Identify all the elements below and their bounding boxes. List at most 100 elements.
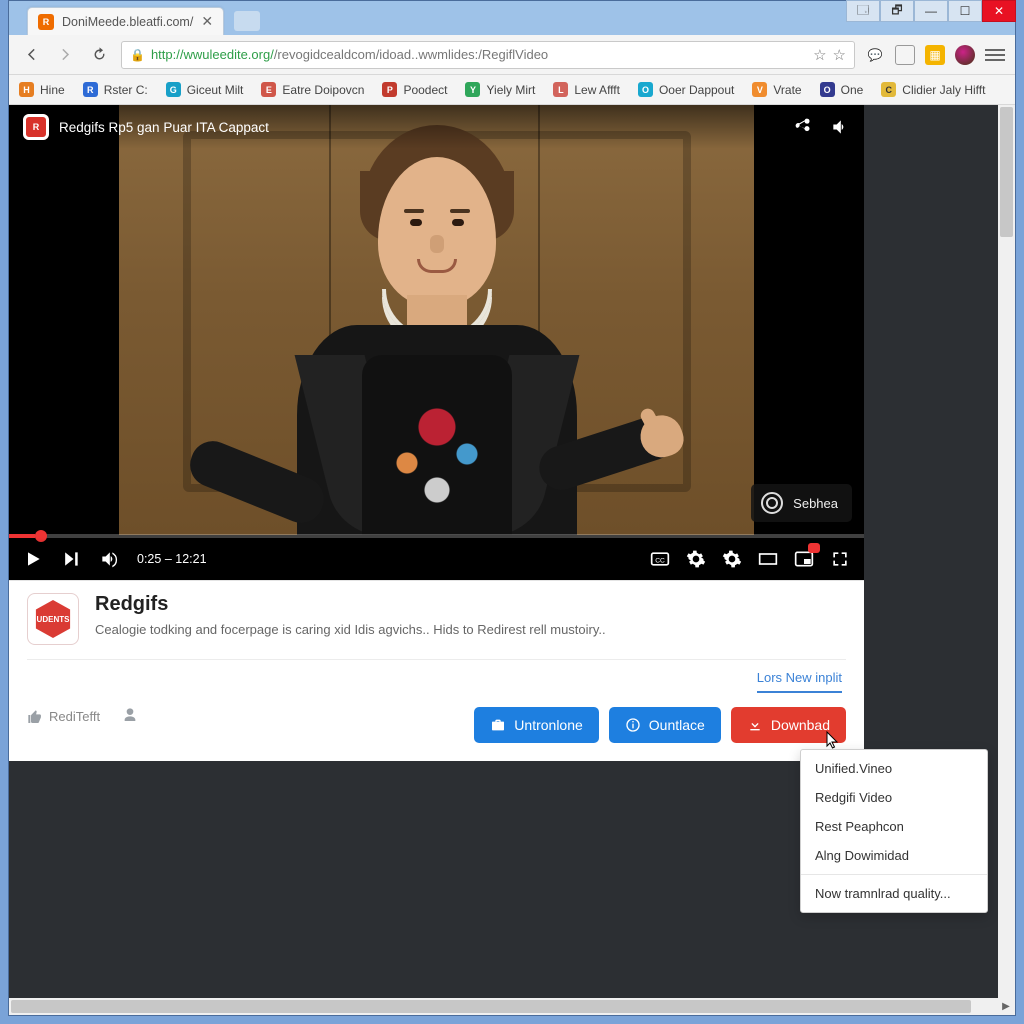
like-row: RediTefft [27,707,138,726]
bookmark-icon: O [638,82,653,97]
briefcase-icon [490,717,506,733]
ountlace-button[interactable]: Ountlace [609,707,721,743]
bookmark-label: Yiely Mirt [486,83,535,97]
window-minimize-button[interactable]: — [914,0,948,22]
bookmark-item[interactable]: VVrate [752,82,801,97]
tab-close-icon[interactable]: ✕ [201,13,213,30]
like-label: RediTefft [49,709,100,724]
player-region: R Redgifs Rp5 gan Puar ITA Cappact Se [9,105,998,580]
reload-button[interactable] [87,43,111,67]
window-close-button[interactable]: ✕ [982,0,1016,22]
bookmark-label: Clidier Jaly Hifft [902,83,985,97]
lock-icon: 🔒 [130,48,145,62]
bookmark-icon: H [19,82,34,97]
video-watermark-pill[interactable]: Sebhea [751,484,852,522]
bookmark-label: Hine [40,83,65,97]
back-button[interactable] [19,43,43,67]
settings-gear-button[interactable] [686,549,706,569]
miniplayer-button[interactable] [794,549,814,569]
bookmark-item[interactable]: OOoer Dappout [638,82,734,97]
menu-item[interactable]: Alng Dowimidad [801,841,987,870]
volume-button[interactable] [99,549,119,569]
bookmark-label: Eatre Doipovcn [282,83,364,97]
next-button[interactable] [61,549,81,569]
video-person-figure [257,155,617,535]
info-circle-icon [625,717,641,733]
volume-header-icon[interactable] [830,117,850,137]
bookmark-icon: Y [465,82,480,97]
window-min-faded-button[interactable]: 🗔 [846,0,880,22]
card-title: Redgifs [95,593,846,616]
bookmark-icon: L [553,82,568,97]
menu-item[interactable]: Redgifi Video [801,783,987,812]
bookmark-item[interactable]: H Hine [19,82,65,97]
browser-menu-button[interactable] [985,49,1005,61]
window-maximize-button[interactable]: ☐ [948,0,982,22]
forward-button[interactable] [53,43,77,67]
browser-window: 🗔 🗗 — ☐ ✕ R DoniMeede.bleatfi.com/ ✕ 🔒 h… [8,0,1016,1016]
download-icon [747,717,763,733]
user-silhouette-icon[interactable] [122,707,138,726]
bookmark-icon: E [261,82,276,97]
bookmark-item[interactable]: PPoodect [382,82,447,97]
star-outline-icon[interactable]: ☆ [813,46,826,64]
theater-mode-button[interactable] [758,549,778,569]
bookmark-icon: R [83,82,98,97]
star-outline-icon-2[interactable]: ☆ [833,46,846,64]
menu-item-quality[interactable]: Now tramnlrad quality... [801,879,987,908]
address-bar[interactable]: 🔒 http://wwuleedite.org//revogidcealdcom… [121,41,855,69]
bookmark-label: Rster C: [104,83,148,97]
video-header-overlay: R Redgifs Rp5 gan Puar ITA Cappact [9,105,864,149]
video-overlay-title: Redgifs Rp5 gan Puar ITA Cappact [59,120,269,135]
fullscreen-button[interactable] [830,549,850,569]
extension-chat-icon[interactable]: 💬 [865,45,885,65]
menu-item[interactable]: Rest Peaphcon [801,812,987,841]
bookmark-item[interactable]: G Giceut Milt [166,82,244,97]
channel-badge[interactable]: UDENTS [27,593,79,645]
action-button-row: Untronlone Ountlace Downbad [27,707,846,743]
profile-avatar-icon[interactable] [955,45,975,65]
bookmark-item[interactable]: E Eatre Doipovcn [261,82,364,97]
extension-grid-icon[interactable]: ▦ [925,45,945,65]
window-restore-button[interactable]: 🗗 [880,0,914,22]
time-total: 12:21 [175,552,206,566]
captions-button[interactable]: CC [650,549,670,569]
play-button[interactable] [23,549,43,569]
watermark-text: Sebhea [793,496,838,511]
lots-new-link[interactable]: Lors New inplit [757,670,842,693]
scroll-right-arrow-icon[interactable]: ▶ [999,1000,1013,1013]
horizontal-scrollbar[interactable]: ▶ [9,998,1015,1015]
url-text: http://wwuleedite.org//revogidcealdcom/i… [151,47,807,62]
button-label: Untronlone [514,717,583,733]
new-tab-button[interactable] [234,11,260,31]
extension-box-icon[interactable] [895,45,915,65]
video-controls: 0:25 – 12:21 CC [9,538,864,580]
settings-gear-button-2[interactable] [722,549,742,569]
video-frame [119,105,754,535]
bookmark-label: Vrate [773,83,801,97]
bookmark-item[interactable]: C Clidier Jaly Hifft [881,82,985,97]
tab-favicon-icon: R [38,14,54,30]
browser-tab[interactable]: R DoniMeede.bleatfi.com/ ✕ [27,7,224,35]
bookmark-item[interactable]: LLew Affft [553,82,620,97]
bookmark-item[interactable]: R Rster C: [83,82,148,97]
download-dropdown-menu: Unified.Vineo Redgifi Video Rest Peaphco… [800,749,988,913]
video-player[interactable]: R Redgifs Rp5 gan Puar ITA Cappact Se [9,105,864,580]
bookmark-icon: C [881,82,896,97]
bookmark-item[interactable]: OOne [820,82,864,97]
menu-item[interactable]: Unified.Vineo [801,754,987,783]
video-source-logo-icon: R [23,114,49,140]
target-icon [761,492,783,514]
url-scheme: http:// [151,47,184,62]
bookmark-icon: G [166,82,181,97]
bookmark-item[interactable]: Y Yiely Mirt [465,82,535,97]
like-button[interactable]: RediTefft [27,709,100,725]
share-icon[interactable] [792,117,812,137]
card-description: Cealogie todking and focerpage is caring… [95,622,846,637]
bookmark-icon: P [382,82,397,97]
button-label: Ountlace [649,717,705,733]
bookmark-label: Giceut Milt [187,83,244,97]
untronlone-button[interactable]: Untronlone [474,707,599,743]
vertical-scrollbar[interactable] [998,105,1015,998]
download-button[interactable]: Downbad [731,707,846,743]
